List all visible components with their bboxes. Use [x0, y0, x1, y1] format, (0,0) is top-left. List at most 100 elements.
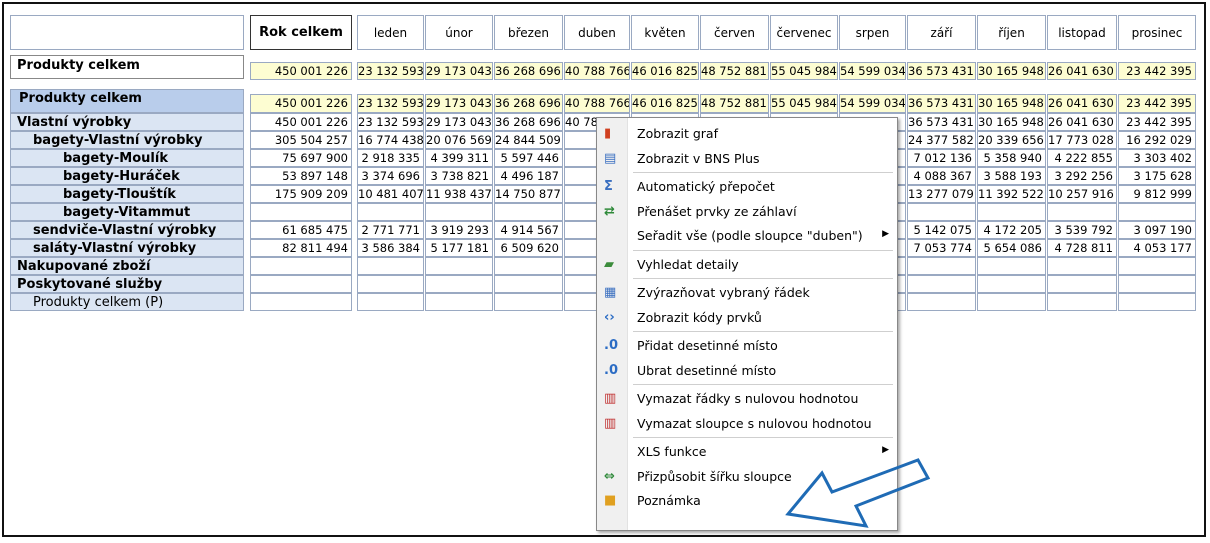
menu-item-7[interactable]: ▰ Vyhledat detaily [597, 253, 897, 277]
table-cell[interactable] [1118, 257, 1196, 275]
table-cell[interactable] [977, 257, 1046, 275]
table-cell[interactable]: 9 812 999 [1118, 185, 1196, 203]
column-header-1[interactable]: leden [357, 15, 424, 50]
table-cell[interactable] [1047, 257, 1117, 275]
table-cell[interactable]: 17 773 028 [1047, 131, 1117, 149]
table-cell[interactable]: 3 097 190 [1118, 221, 1196, 239]
table-cell[interactable]: 46 016 825 [631, 94, 699, 113]
table-cell[interactable] [357, 257, 424, 275]
table-cell[interactable] [494, 203, 563, 221]
menu-item-16[interactable]: ▥ Vymazat sloupce s nulovou hodnotou [597, 412, 897, 436]
table-cell[interactable]: 305 504 257 [250, 131, 352, 149]
table-cell[interactable] [250, 203, 352, 221]
table-cell[interactable] [907, 293, 976, 311]
table-cell[interactable] [977, 293, 1046, 311]
summary-row-value[interactable]: 55 045 984 [770, 62, 838, 80]
table-cell[interactable]: 54 599 034 [839, 94, 906, 113]
table-cell[interactable]: 5 142 075 [907, 221, 976, 239]
summary-row-value[interactable]: 23 132 593 [357, 62, 424, 80]
row-label[interactable]: bagety-Moulík [10, 149, 244, 167]
table-cell[interactable]: 24 377 582 [907, 131, 976, 149]
table-cell[interactable]: 23 132 593 [357, 113, 424, 131]
column-header-5[interactable]: květen [631, 15, 699, 50]
table-cell[interactable] [1118, 203, 1196, 221]
table-cell[interactable]: 30 165 948 [977, 113, 1046, 131]
table-cell[interactable] [907, 203, 976, 221]
table-cell[interactable]: 3 539 792 [1047, 221, 1117, 239]
summary-row-value[interactable]: 48 752 881 [700, 62, 769, 80]
table-cell[interactable]: 36 573 431 [907, 94, 976, 113]
table-cell[interactable]: 75 697 900 [250, 149, 352, 167]
table-cell[interactable]: 36 573 431 [907, 113, 976, 131]
table-cell[interactable] [250, 257, 352, 275]
table-cell[interactable]: 11 938 437 [425, 185, 493, 203]
table-cell[interactable] [494, 275, 563, 293]
table-cell[interactable]: 3 175 628 [1118, 167, 1196, 185]
table-cell[interactable]: 4 222 855 [1047, 149, 1117, 167]
table-cell[interactable]: 5 654 086 [977, 239, 1046, 257]
table-cell[interactable] [425, 257, 493, 275]
summary-row-value[interactable]: 36 268 696 [494, 62, 563, 80]
summary-row-label[interactable]: Produkty celkem [10, 55, 244, 79]
table-cell[interactable]: 450 001 226 [250, 94, 352, 113]
table-cell[interactable]: 4 728 811 [1047, 239, 1117, 257]
table-cell[interactable]: 48 752 881 [700, 94, 769, 113]
table-cell[interactable] [977, 275, 1046, 293]
table-cell[interactable] [357, 275, 424, 293]
table-cell[interactable]: 14 750 877 [494, 185, 563, 203]
table-cell[interactable]: 4 914 567 [494, 221, 563, 239]
table-cell[interactable] [1047, 203, 1117, 221]
table-cell[interactable]: 29 173 043 [425, 113, 493, 131]
summary-row-value[interactable]: 30 165 948 [977, 62, 1046, 80]
table-cell[interactable]: 4 399 311 [425, 149, 493, 167]
table-cell[interactable]: 11 392 522 [977, 185, 1046, 203]
row-label[interactable]: bagety-Vitammut [10, 203, 244, 221]
column-header-3[interactable]: březen [494, 15, 563, 50]
column-header-9[interactable]: září [907, 15, 976, 50]
table-cell[interactable] [907, 257, 976, 275]
table-cell[interactable]: 16 774 438 [357, 131, 424, 149]
table-cell[interactable]: 5 177 181 [425, 239, 493, 257]
table-cell[interactable] [1118, 293, 1196, 311]
menu-item-1[interactable]: ▤ Zobrazit v BNS Plus [597, 147, 897, 171]
table-cell[interactable] [425, 203, 493, 221]
table-cell[interactable]: 175 909 209 [250, 185, 352, 203]
table-cell[interactable]: 3 303 402 [1118, 149, 1196, 167]
table-cell[interactable]: 26 041 630 [1047, 113, 1117, 131]
table-cell[interactable] [1047, 293, 1117, 311]
table-cell[interactable]: 3 738 821 [425, 167, 493, 185]
row-label[interactable]: Vlastní výrobky [10, 113, 244, 131]
table-cell[interactable]: 2 918 335 [357, 149, 424, 167]
menu-item-3[interactable]: Σ Automatický přepočet [597, 175, 897, 199]
summary-row-value[interactable]: 46 016 825 [631, 62, 699, 80]
table-cell[interactable]: 29 173 043 [425, 94, 493, 113]
row-label[interactable]: sendviče-Vlastní výrobky [10, 221, 244, 239]
table-cell[interactable]: 3 292 256 [1047, 167, 1117, 185]
table-cell[interactable]: 20 076 569 [425, 131, 493, 149]
menu-item-15[interactable]: ▥ Vymazat řádky s nulovou hodnotou [597, 387, 897, 411]
table-cell[interactable] [1047, 275, 1117, 293]
column-header-4[interactable]: duben [564, 15, 630, 50]
table-cell[interactable]: 7 053 774 [907, 239, 976, 257]
row-label[interactable]: Poskytované služby [10, 275, 244, 293]
menu-item-5[interactable]: Seřadit vše (podle sloupce "duben") ▶ [597, 224, 897, 248]
summary-row-value[interactable]: 450 001 226 [250, 62, 352, 80]
table-cell[interactable]: 3 374 696 [357, 167, 424, 185]
row-label[interactable]: bagety-Vlastní výrobky [10, 131, 244, 149]
table-cell[interactable]: 7 012 136 [907, 149, 976, 167]
table-cell[interactable] [907, 275, 976, 293]
table-cell[interactable]: 61 685 475 [250, 221, 352, 239]
table-cell[interactable]: 5 597 446 [494, 149, 563, 167]
summary-row-value[interactable]: 26 041 630 [1047, 62, 1117, 80]
table-cell[interactable]: 36 268 696 [494, 94, 563, 113]
table-cell[interactable]: 40 788 766 [564, 94, 630, 113]
column-header-7[interactable]: červenec [770, 15, 838, 50]
summary-row-value[interactable]: 54 599 034 [839, 62, 906, 80]
column-header-12[interactable]: prosinec [1118, 15, 1196, 50]
menu-item-13[interactable]: .0 Ubrat desetinné místo [597, 359, 897, 383]
table-cell[interactable]: 10 481 407 [357, 185, 424, 203]
table-cell[interactable]: 24 844 509 [494, 131, 563, 149]
table-cell[interactable]: 3 586 384 [357, 239, 424, 257]
table-cell[interactable]: 23 442 395 [1118, 113, 1196, 131]
table-cell[interactable] [357, 293, 424, 311]
